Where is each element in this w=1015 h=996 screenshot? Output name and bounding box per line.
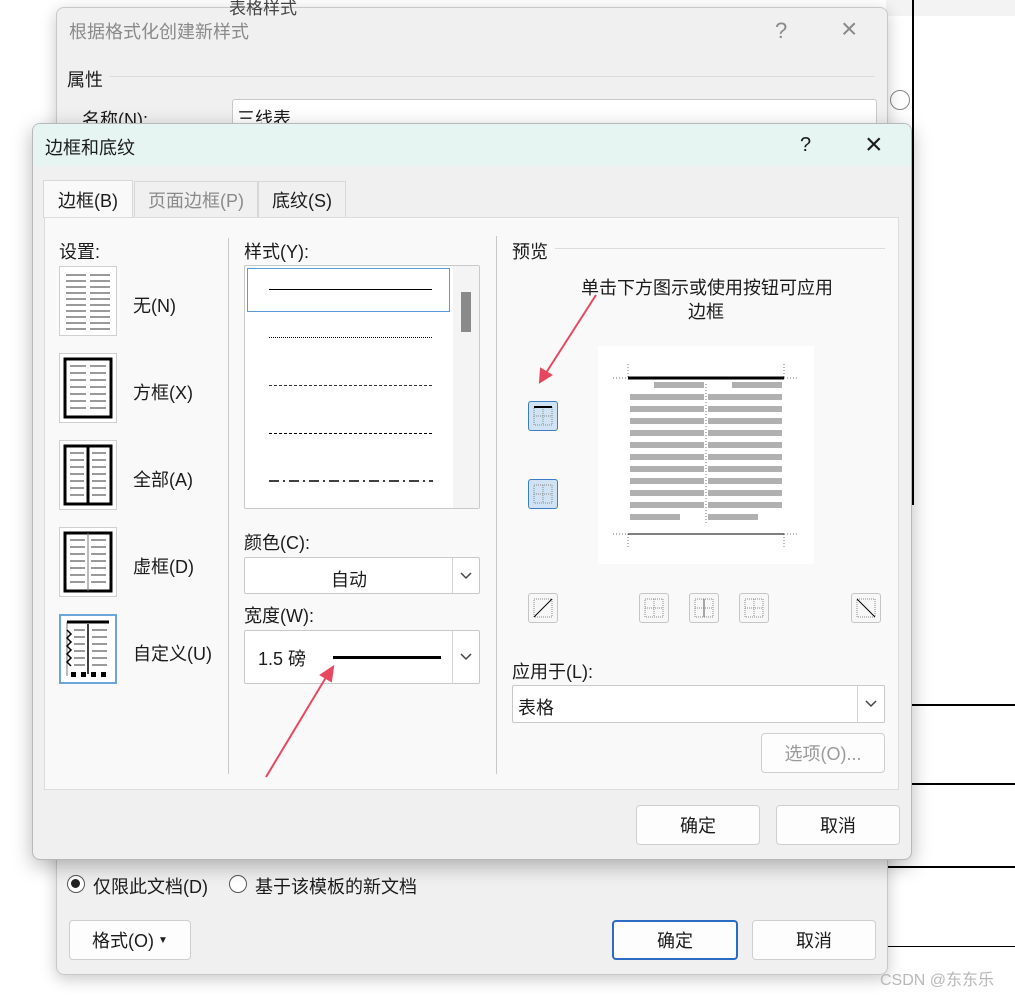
arrow-to-width <box>265 673 329 778</box>
annotation-arrows <box>265 294 597 778</box>
arrowhead-width <box>319 664 335 683</box>
arrowhead-top-border <box>538 367 553 384</box>
arrow-to-top-border <box>543 294 597 377</box>
watermark: CSDN @东东乐 <box>880 972 995 989</box>
